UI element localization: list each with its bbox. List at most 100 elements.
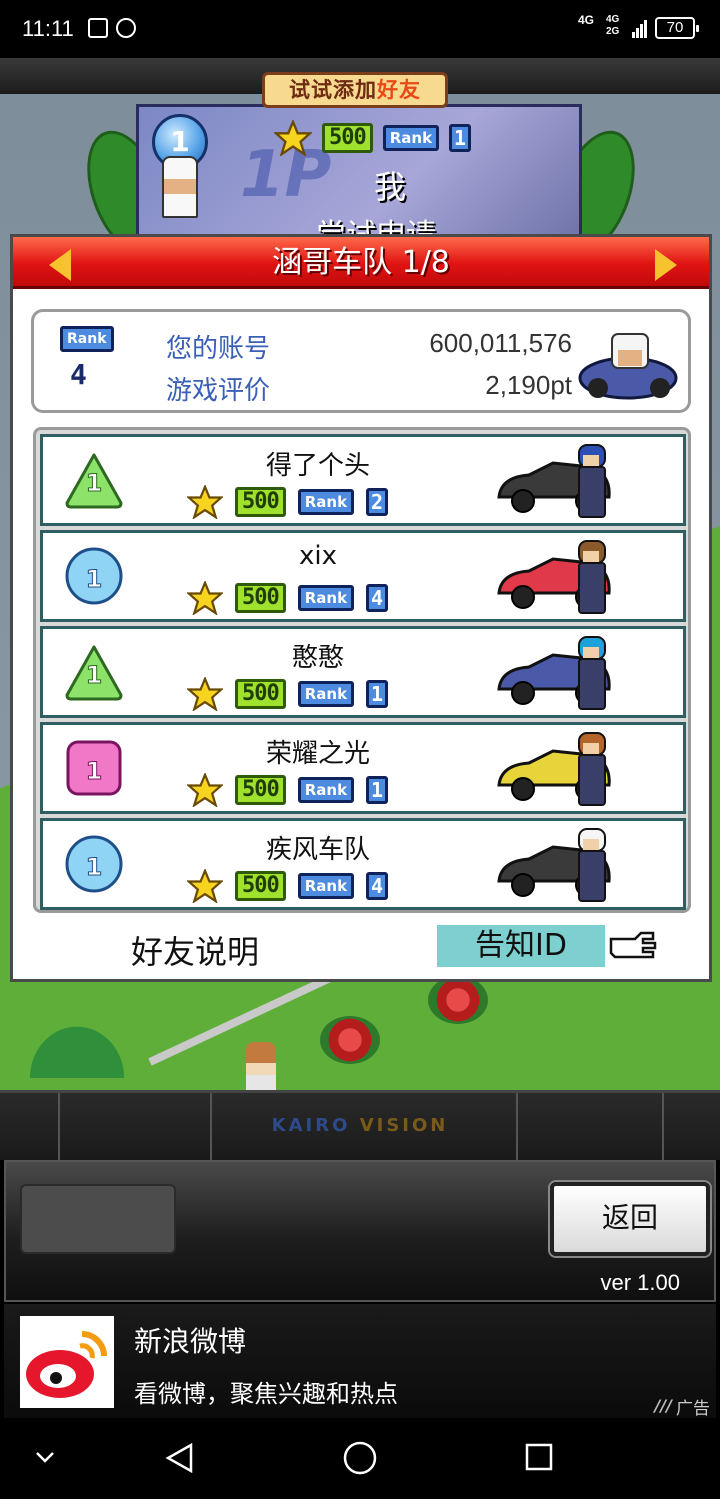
friend-medal-number: 1 (86, 853, 103, 881)
friend-star-count: 500 (235, 775, 286, 805)
account-value: 600,011,576 (429, 328, 572, 358)
account-rank-value: 4 (70, 358, 87, 391)
friend-rank-label: Rank (297, 489, 355, 515)
friend-rank-label: Rank (297, 873, 355, 899)
brand-logo: KAIRO VISION (0, 1115, 720, 1136)
weibo-logo-icon (20, 1316, 114, 1408)
previous-page-arrow-icon[interactable] (49, 249, 71, 281)
status-bar: 11:11 4G 4G 2G 70 (0, 0, 720, 58)
chevron-down-icon[interactable] (34, 1450, 56, 1464)
star-icon (185, 771, 225, 808)
brand-logo-part1: KAIRO (271, 1115, 351, 1136)
friend-medal-icon: 1 (65, 645, 123, 701)
self-card[interactable]: 1 500 Rank 1 我 尝试申请 (148, 114, 568, 253)
friend-medal-icon: 1 (65, 835, 123, 893)
network-4g-label: 4G (578, 13, 595, 27)
friend-car-icon (497, 828, 611, 902)
ad-banner[interactable]: 新浪微博 看微博，聚焦兴趣和热点 /// 广告 (4, 1304, 716, 1419)
background-character (246, 1042, 276, 1090)
battery-icon: 70 (655, 17, 699, 39)
friend-medal-number: 1 (86, 757, 103, 785)
ad-title: 新浪微博 (134, 1325, 247, 1358)
circle-home-icon[interactable] (342, 1440, 378, 1476)
friend-stats: 500 Rank 4 (185, 867, 389, 904)
friend-stats: 500 Rank 1 (185, 771, 389, 808)
friend-rank-value: 1 (366, 776, 389, 804)
game-screen: 1P 试试添加好友 1 500 Rank 1 我 尝试申请 涵哥车队 1/8 (0, 58, 720, 1090)
panel-header: 涵哥车队 1/8 (13, 237, 709, 289)
account-car-icon (578, 333, 678, 400)
notify-id-button[interactable]: 告知ID (437, 925, 605, 967)
friend-medal-icon: 1 (66, 740, 122, 796)
system-nav-bar (0, 1418, 720, 1499)
friend-stats: 500 Rank 2 (185, 483, 389, 520)
triangle-back-icon[interactable] (164, 1442, 194, 1474)
account-rank-label: Rank (60, 326, 114, 352)
pointing-hand-icon (609, 931, 657, 959)
friend-help-button[interactable]: 好友说明 (131, 927, 259, 973)
friend-rank-value: 4 (366, 872, 389, 900)
background-flower (320, 1016, 380, 1064)
background-flower (428, 976, 488, 1024)
friend-row[interactable]: 1 疾风车队 500 Rank 4 (40, 818, 686, 910)
friends-list: 1 得了个头 500 Rank 2 1 xix 500 Rank 4 1 憨憨 … (33, 427, 691, 913)
star-icon (185, 579, 225, 616)
try-add-prefix: 试试添加 (289, 78, 377, 102)
friend-name: 荣耀之光 (265, 739, 370, 769)
blank-control-box[interactable] (20, 1184, 176, 1254)
friend-star-count: 500 (235, 487, 286, 517)
brand-strip: KAIRO VISION (0, 1090, 720, 1163)
friend-name: 疾风车队 (265, 835, 370, 865)
friend-car-icon (497, 540, 611, 614)
ad-brand-mark-icon: /// (654, 1396, 672, 1415)
status-time: 11:11 (22, 16, 74, 41)
friend-stats: 500 Rank 4 (185, 579, 389, 616)
self-avatar (162, 156, 198, 218)
friend-medal-number: 1 (86, 565, 103, 593)
friend-row[interactable]: 1 得了个头 500 Rank 2 (40, 434, 686, 526)
friend-rank-label: Rank (297, 585, 355, 611)
friend-car-icon (497, 732, 611, 806)
friend-row[interactable]: 1 憨憨 500 Rank 1 (40, 626, 686, 718)
account-rank: Rank (60, 326, 114, 352)
friend-stats: 500 Rank 1 (185, 675, 389, 712)
account-summary: Rank 4 您的账号 600,011,576 游戏评价 2,190pt (31, 309, 691, 413)
ad-description: 看微博，聚焦兴趣和热点 (134, 1380, 398, 1408)
friend-star-count: 500 (235, 871, 286, 901)
version-label: ver 1.00 (600, 1270, 681, 1295)
network-dual-label: 4G 2G (606, 14, 619, 38)
star-icon (185, 867, 225, 904)
ad-tag: 广告 (676, 1399, 710, 1419)
account-label: 您的账号 (166, 334, 271, 364)
self-stats: 500 Rank 1 (272, 118, 472, 157)
background-palm (22, 1018, 132, 1078)
self-rank-label: Rank (382, 125, 440, 151)
friend-rank-value: 4 (366, 584, 389, 612)
gallery-icon (88, 18, 108, 38)
friend-rank-label: Rank (297, 777, 355, 803)
square-recent-icon[interactable] (524, 1442, 554, 1472)
friend-rank-value: 1 (366, 680, 389, 708)
star-icon (185, 483, 225, 520)
friend-row[interactable]: 1 xix 500 Rank 4 (40, 530, 686, 622)
back-button[interactable]: 返回 (550, 1182, 710, 1256)
next-page-arrow-icon[interactable] (655, 249, 677, 281)
friend-name: 憨憨 (291, 643, 344, 673)
friend-rank-value: 2 (366, 488, 389, 516)
friend-medal-number: 1 (86, 661, 103, 689)
friend-row[interactable]: 1 荣耀之光 500 Rank 1 (40, 722, 686, 814)
friend-rank-label: Rank (297, 681, 355, 707)
friend-medal-icon: 1 (65, 547, 123, 605)
self-star-count: 500 (322, 123, 373, 153)
friend-name: xix (299, 541, 337, 571)
friend-star-count: 500 (235, 583, 286, 613)
try-add-friend-banner: 试试添加好友 (262, 72, 448, 108)
brand-logo-part2: VISION (359, 1115, 449, 1136)
star-icon (185, 675, 225, 712)
control-bar: 返回 ver 1.00 (4, 1160, 716, 1302)
friend-car-icon (497, 636, 611, 710)
try-add-emphasis: 好友 (377, 78, 421, 102)
signal-icon (632, 18, 648, 38)
friends-panel: 涵哥车队 1/8 Rank 4 您的账号 600,011,576 游戏评价 2,… (10, 234, 712, 982)
self-name: 我 (374, 168, 407, 206)
